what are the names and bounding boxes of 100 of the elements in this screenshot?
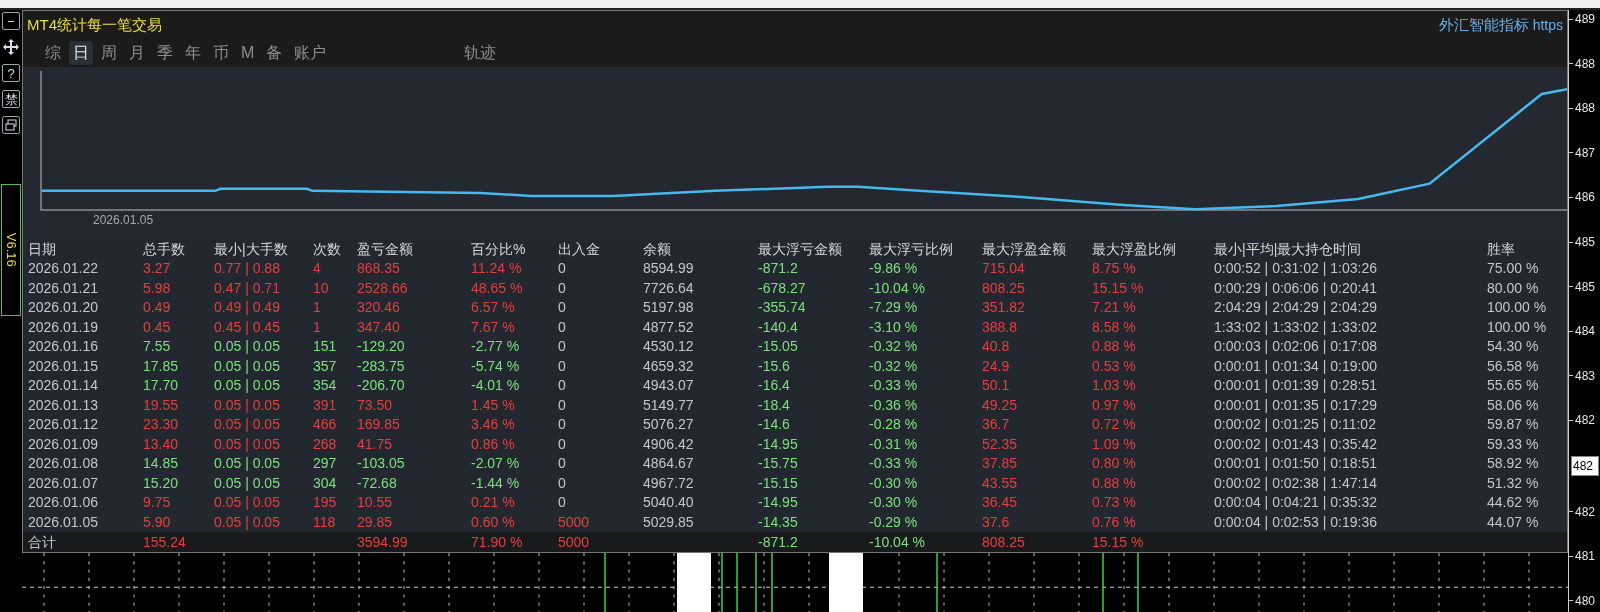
version-label: V6.16 — [1, 184, 21, 316]
table-cell-text: -72.68 — [357, 473, 398, 493]
table-cell-text: 0.05 | 0.05 — [214, 356, 281, 376]
tab[interactable]: 币 — [209, 41, 233, 65]
table-cell-text: 4877.52 — [643, 317, 695, 337]
price-label: 484 — [1575, 323, 1596, 341]
table-cell-text: 0.77 | 0.88 — [214, 259, 281, 279]
table-cell-text: 808.25 — [982, 532, 1026, 552]
table-cell-text: 6.57 % — [471, 298, 516, 318]
table-cell-text: 357 — [313, 356, 338, 376]
table-cell-text: 0.05 | 0.05 — [214, 512, 281, 532]
table-cell-text: 2026.01.20 — [28, 298, 100, 318]
price-label: 483 — [1575, 367, 1596, 385]
table-cell-text: 37.6 — [982, 512, 1011, 532]
table-cell-text: 100.00 % — [1487, 317, 1548, 337]
tab[interactable]: 月 — [125, 41, 149, 65]
table-cell-text: 0.05 | 0.05 — [214, 454, 281, 474]
table-cell-text: -0.32 % — [869, 337, 919, 357]
tab[interactable]: 日 — [69, 41, 93, 65]
table-cell-text: 5149.77 — [643, 395, 695, 415]
table-cell-text: 5029.85 — [643, 512, 695, 532]
table-cell-text: 0:00:02 | 0:01:43 | 0:35:42 — [1214, 434, 1378, 454]
table-cell-text: 5.90 — [143, 512, 172, 532]
table-cell-text: 4906.42 — [643, 434, 695, 454]
table-cell-text: 297 — [313, 454, 338, 474]
table-cell-text: 5000 — [558, 532, 591, 552]
table-cell-text: 37.85 — [982, 454, 1019, 474]
table-cell-text: 80.00 % — [1487, 278, 1540, 298]
table-cell-text: 0.05 | 0.05 — [214, 376, 281, 396]
tab[interactable]: 年 — [181, 41, 205, 65]
table-cell-text: 0 — [558, 337, 567, 357]
table-cell-text: 71.90 % — [471, 532, 524, 552]
table-cell-text: 7.67 % — [471, 317, 516, 337]
table-cell-text: 2026.01.21 — [28, 278, 100, 298]
table-cell-text: 0 — [558, 434, 567, 454]
column-header: 出入金 — [558, 239, 601, 259]
table-cell-text: 50.1 — [982, 376, 1011, 396]
table-cell-text: 7726.64 — [643, 278, 695, 298]
table-cell-text: 59.33 % — [1487, 434, 1540, 454]
table-cell-text: -1.44 % — [471, 473, 521, 493]
table-cell-text: 1 — [313, 317, 322, 337]
tab[interactable]: 备 — [262, 41, 287, 65]
table-cell-text: -678.27 — [758, 278, 807, 298]
table-cell-text: 0 — [558, 356, 567, 376]
table-cell-text: 9.75 — [143, 493, 172, 513]
tool-button[interactable]: 禁 — [2, 90, 20, 108]
table-cell-text: 169.85 — [357, 415, 401, 435]
tab[interactable]: M — [237, 41, 259, 65]
table-cell-text: 0.47 | 0.71 — [214, 278, 281, 298]
table-cell-text: 36.7 — [982, 415, 1011, 435]
table-cell-text: 0:00:04 | 0:04:21 | 0:35:32 — [1214, 493, 1378, 513]
table-cell-text: 5197.98 — [643, 298, 695, 318]
table-cell-text: -14.35 — [758, 512, 799, 532]
table-cell-text: -0.28 % — [869, 415, 919, 435]
table-cell-text: -0.31 % — [869, 434, 919, 454]
table-cell-text: 195 — [313, 493, 338, 513]
table-cell-text: 29.85 — [357, 512, 394, 532]
table-cell-text: 56.58 % — [1487, 356, 1540, 376]
table-cell-text: -9.86 % — [869, 259, 919, 279]
table-cell-text: -5.74 % — [471, 356, 521, 376]
table-cell-text: 1:33:02 | 1:33:02 | 1:33:02 — [1214, 317, 1378, 337]
table-cell-text: 73.50 — [357, 395, 394, 415]
table-cell-text: 0.45 | 0.45 — [214, 317, 281, 337]
column-header: 次数 — [313, 239, 342, 259]
table-cell-text: 320.46 — [357, 298, 401, 318]
table-cell-text: 2026.01.09 — [28, 434, 100, 454]
tab[interactable]: 季 — [153, 41, 177, 65]
table-cell-text: -14.95 — [758, 493, 799, 513]
tool-button[interactable]: ? — [2, 64, 20, 82]
table-cell-text: 44.62 % — [1487, 493, 1540, 513]
table-cell-text: 155.24 — [143, 532, 187, 552]
table-cell-text: -4.01 % — [471, 376, 521, 396]
table-cell-text: 388.8 — [982, 317, 1019, 337]
table-cell-text: 466 — [313, 415, 338, 435]
table-cell-text: 19.55 — [143, 395, 180, 415]
table-cell-text: 7.55 — [143, 337, 172, 357]
table-cell-text: -0.30 % — [869, 493, 919, 513]
table-cell-text: 0 — [558, 298, 567, 318]
tool-button[interactable]: − — [2, 12, 20, 30]
table-cell-text: 8594.99 — [643, 259, 695, 279]
table-cell-text: -7.29 % — [869, 298, 919, 318]
move-icon[interactable] — [2, 38, 20, 56]
table-cell-text: -14.6 — [758, 415, 791, 435]
tab[interactable]: 轨迹 — [460, 41, 501, 65]
tab[interactable]: 账户 — [290, 41, 331, 65]
brand-text: 外汇智能指标 — [1438, 14, 1529, 35]
window-icon[interactable] — [2, 116, 20, 134]
link-text[interactable]: https — [1532, 14, 1563, 36]
tab[interactable]: 周 — [97, 41, 121, 65]
table-cell-text: 24.9 — [982, 356, 1011, 376]
table-cell-text: -2.07 % — [471, 454, 521, 474]
table-cell-text: 0.80 % — [1092, 454, 1137, 474]
table-cell-text: 11.24 % — [471, 259, 523, 279]
price-label: 489 — [1575, 11, 1596, 28]
table-cell-text: 0.05 | 0.05 — [214, 415, 281, 435]
table-cell-text: 2026.01.05 — [28, 512, 100, 532]
tab[interactable]: 综 — [41, 41, 65, 65]
table-cell-text: 118 — [313, 512, 337, 532]
table-cell-text: 0:00:04 | 0:02:53 | 0:19:36 — [1214, 512, 1378, 532]
column-header: 日期 — [28, 239, 57, 259]
